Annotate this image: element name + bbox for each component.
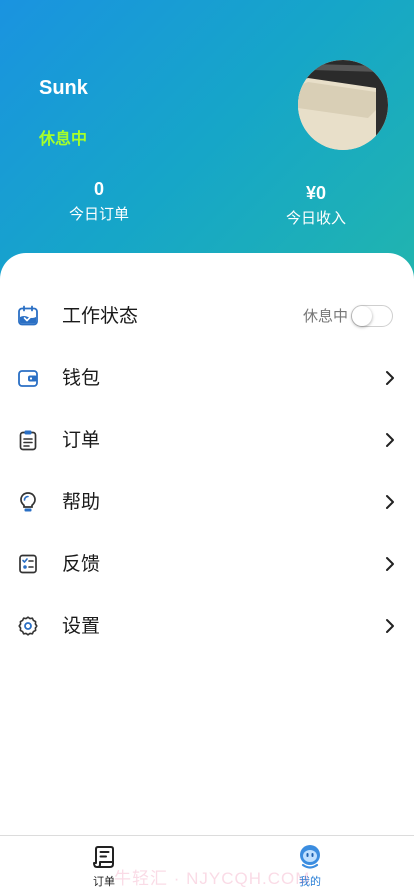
username: Sunk xyxy=(39,77,88,99)
today-income-stat: ¥0 今日收入 xyxy=(276,182,356,227)
menu-sheet: 工作状态 休息中 钱包 订单 帮助 反馈 设置 xyxy=(0,253,414,835)
profile-header: Sunk 休息中 0 今日订单 ¥0 今日收入 xyxy=(0,0,414,290)
wallet-label: 钱包 xyxy=(62,367,101,389)
orders-label: 订单 xyxy=(62,429,101,451)
calendar-icon xyxy=(17,305,39,327)
avatar-image xyxy=(298,60,388,150)
checklist-icon xyxy=(17,553,39,575)
today-orders-value: 0 xyxy=(93,179,104,199)
toggle-knob xyxy=(352,306,372,326)
watermark: 牛轻汇 · NJYCQH.COM xyxy=(114,869,311,888)
gear-icon xyxy=(17,615,39,637)
today-income-value: ¥0 xyxy=(305,183,327,203)
today-orders-stat: 0 今日订单 xyxy=(59,178,139,223)
avatar[interactable] xyxy=(298,60,388,150)
wallet-icon xyxy=(17,367,39,389)
help-label: 帮助 xyxy=(62,491,101,513)
menu-item-work-status: 工作状态 休息中 xyxy=(0,285,414,347)
rest-status: 休息中 xyxy=(39,129,88,148)
chevron-right-icon xyxy=(384,554,396,574)
menu-item-settings[interactable]: 设置 xyxy=(0,595,414,657)
chevron-right-icon xyxy=(384,368,396,388)
settings-label: 设置 xyxy=(62,615,101,637)
lightbulb-icon xyxy=(17,491,39,513)
menu-item-feedback[interactable]: 反馈 xyxy=(0,533,414,595)
menu-item-help[interactable]: 帮助 xyxy=(0,471,414,533)
clipboard-icon xyxy=(17,429,39,451)
today-orders-label: 今日订单 xyxy=(68,205,129,223)
work-status-toggle[interactable] xyxy=(351,305,393,327)
work-status-toggle-label: 休息中 xyxy=(303,307,349,325)
menu-item-wallet[interactable]: 钱包 xyxy=(0,347,414,409)
chevron-right-icon xyxy=(384,430,396,450)
menu-item-orders[interactable]: 订单 xyxy=(0,409,414,471)
feedback-label: 反馈 xyxy=(62,553,101,575)
chevron-right-icon xyxy=(384,616,396,636)
today-income-label: 今日收入 xyxy=(285,209,346,227)
chevron-right-icon xyxy=(384,492,396,512)
work-status-label: 工作状态 xyxy=(62,305,139,327)
